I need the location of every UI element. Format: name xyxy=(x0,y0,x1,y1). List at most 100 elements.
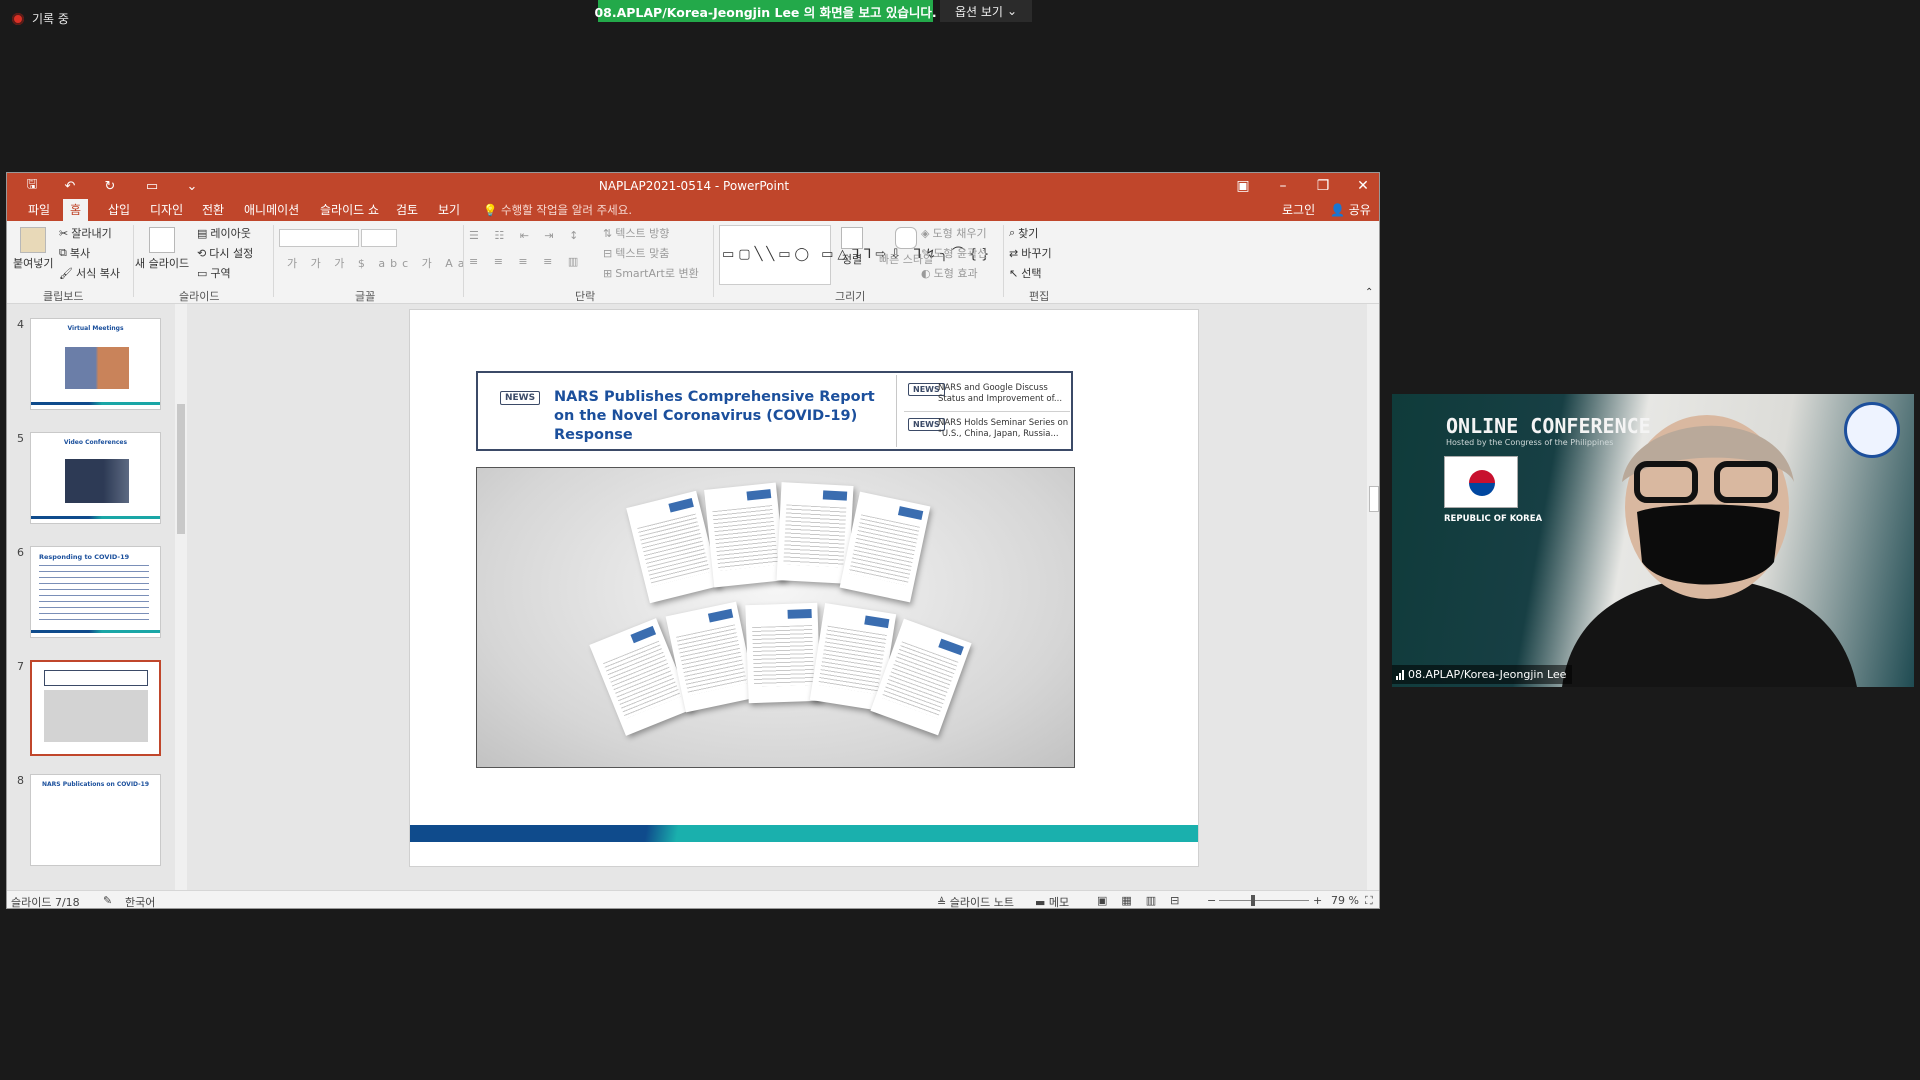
zoom-in-button[interactable]: + xyxy=(1313,894,1322,907)
spell-check-icon[interactable]: ✎ xyxy=(103,894,112,907)
align-buttons[interactable]: ≡ ≡ ≡ ≡ ▥ xyxy=(469,255,584,268)
news-tag: NEWS xyxy=(500,391,541,405)
cut-label: 잘라내기 xyxy=(71,227,112,240)
view-options-label: 옵션 보기 xyxy=(954,4,1003,19)
record-icon xyxy=(12,12,24,25)
scroll-thumb[interactable] xyxy=(1369,486,1379,512)
sign-in-link[interactable]: 로그인 xyxy=(1275,199,1322,221)
format-painter-button[interactable]: 🖌 서식 복사 xyxy=(59,265,120,281)
collapse-ribbon-icon[interactable]: ⌃ xyxy=(1365,287,1373,298)
shape-effects-button[interactable]: ◐ 도형 효과 xyxy=(921,265,978,281)
cursor-icon: ↖ xyxy=(1009,266,1019,280)
paste-button[interactable]: 붙여넣기 xyxy=(13,227,53,271)
new-slide-button[interactable]: 새 슬라이드 xyxy=(135,227,189,271)
slide-scrollbar[interactable] xyxy=(1367,304,1379,890)
tab-file[interactable]: 파일 xyxy=(21,199,57,221)
select-label: 선택 xyxy=(1021,267,1042,280)
slide-thumbnail-5[interactable]: Video Conferences xyxy=(30,432,161,524)
slide-thumbnail-6[interactable]: Responding to COVID-19 xyxy=(30,546,161,638)
side-news-item: NARS Holds Seminar Series on "U.S., Chin… xyxy=(938,418,1069,439)
align-text-button[interactable]: ⊟ 텍스트 맞춤 xyxy=(603,245,669,261)
shape-fill-button[interactable]: ◈ 도형 채우기 xyxy=(921,225,987,241)
zoom-out-button[interactable]: − xyxy=(1207,894,1216,907)
korea-flag xyxy=(1444,456,1518,508)
tab-design[interactable]: 디자인 xyxy=(143,199,190,221)
comments-button[interactable]: ▬ 메모 xyxy=(1035,894,1070,909)
scissors-icon: ✂ xyxy=(59,226,69,240)
thumb-title: NARS Publications on COVID-19 xyxy=(42,781,149,788)
participant-video[interactable]: ONLINE CONFERENCE Hosted by the Congress… xyxy=(1392,394,1914,687)
replace-label: 바꾸기 xyxy=(1021,247,1052,260)
restore-button[interactable]: ❐ xyxy=(1303,173,1343,199)
smartart-button[interactable]: ⊞ SmartArt로 변환 xyxy=(603,265,699,281)
tab-animations[interactable]: 애니메이션 xyxy=(237,199,306,221)
minimize-button[interactable]: – xyxy=(1263,173,1303,199)
arrange-label: 정렬 xyxy=(841,253,863,266)
thumb-title: Responding to COVID-19 xyxy=(39,553,130,561)
layout-label: 레이아웃 xyxy=(210,227,251,240)
reset-label: 다시 설정 xyxy=(209,247,254,260)
report-document xyxy=(704,482,786,588)
comments-label: 메모 xyxy=(1048,896,1070,909)
zoom-slider[interactable] xyxy=(1219,900,1309,901)
share-label: 공유 xyxy=(1348,203,1371,217)
replace-button[interactable]: ⇄ 바꾸기 xyxy=(1009,245,1052,261)
tab-slideshow[interactable]: 슬라이드 쇼 xyxy=(313,199,386,221)
tab-insert[interactable]: 삽입 xyxy=(101,199,137,221)
section-label: 구역 xyxy=(210,267,231,280)
thumb-banner xyxy=(44,670,148,686)
tab-review[interactable]: 검토 xyxy=(389,199,425,221)
tab-transitions[interactable]: 전환 xyxy=(195,199,231,221)
slide-thumbnail-7[interactable] xyxy=(30,660,161,756)
font-format-buttons[interactable]: 가 가 가 $ abc 가 Aa xyxy=(287,255,470,271)
reset-button[interactable]: ⟲ 다시 설정 xyxy=(197,245,253,261)
notes-button[interactable]: ≜ 슬라이드 노트 xyxy=(937,894,1014,908)
view-options-button[interactable]: 옵션 보기 ⌄ xyxy=(940,0,1032,22)
shape-outline-label: 도형 윤곽선 xyxy=(933,247,988,260)
list-buttons[interactable]: ☰ ☷ ⇤ ⇥ ↕ xyxy=(469,229,584,242)
close-button[interactable]: ✕ xyxy=(1343,173,1379,199)
cut-button[interactable]: ✂ 잘라내기 xyxy=(59,225,112,241)
find-button[interactable]: ⌕ 찾기 xyxy=(1009,225,1038,241)
smartart-icon: ⊞ xyxy=(603,266,613,280)
shapes-gallery[interactable]: ▭▢╲╲▭◯ ▭△ᒣᒣ⇨⇩ ᒣ↯╮⌒{} xyxy=(719,225,989,285)
slide-thumbnail-4[interactable]: Virtual Meetings xyxy=(30,318,161,410)
text-direction-button[interactable]: ⇅ 텍스트 방향 xyxy=(603,225,669,241)
thumb-number: 7 xyxy=(17,660,24,673)
report-document xyxy=(776,482,854,584)
current-slide[interactable]: NEWS NARS Publishes Comprehensive Report… xyxy=(410,310,1198,866)
slide-thumbnails-panel[interactable]: 4 Virtual Meetings 5 Video Conferences 6… xyxy=(7,304,184,890)
fit-to-window-icon[interactable]: ⛶ xyxy=(1365,894,1373,908)
tell-me-box[interactable]: 💡 수행할 작업을 알려 주세요. xyxy=(483,202,632,218)
thumb-stripe xyxy=(31,630,160,633)
editing-group-label: 편집 xyxy=(1029,290,1050,303)
shape-fill-label: 도형 채우기 xyxy=(932,227,987,240)
section-button[interactable]: ▭ 구역 xyxy=(197,265,231,281)
shape-outline-button[interactable]: ✎ 도형 윤곽선 xyxy=(921,245,987,261)
view-mode-buttons[interactable]: ▣▦▥⊟ xyxy=(1097,894,1193,907)
thumb-number: 8 xyxy=(17,774,24,787)
group-divider xyxy=(273,225,274,297)
share-button[interactable]: 👤 공유 xyxy=(1323,199,1378,221)
slide-thumbnail-8[interactable]: NARS Publications on COVID-19 xyxy=(30,774,161,866)
scroll-thumb[interactable] xyxy=(177,404,185,534)
select-button[interactable]: ↖ 선택 xyxy=(1009,265,1041,281)
layout-button[interactable]: ▤ 레이아웃 xyxy=(197,225,251,241)
tab-view[interactable]: 보기 xyxy=(431,199,467,221)
thumb-title: Virtual Meetings xyxy=(67,325,124,332)
ribbon-display-icon[interactable]: ▣ xyxy=(1223,173,1263,199)
font-name-input[interactable] xyxy=(279,229,359,247)
thumbnails-scrollbar[interactable] xyxy=(175,304,187,890)
zoom-level[interactable]: 79 % xyxy=(1331,894,1359,907)
zoom-slider-thumb[interactable] xyxy=(1251,895,1255,906)
copy-button[interactable]: ⧉ 복사 xyxy=(59,245,90,261)
font-size-input[interactable] xyxy=(361,229,397,247)
font-group-label: 글꼴 xyxy=(355,290,376,303)
tab-home[interactable]: 홈 xyxy=(63,199,89,221)
find-label: 찾기 xyxy=(1018,227,1039,240)
language-indicator[interactable]: 한국어 xyxy=(125,894,155,908)
paragraph-group-label: 단락 xyxy=(575,290,596,303)
arrange-button[interactable]: 정렬 xyxy=(841,227,863,267)
side-news-item: NARS and Google Discuss Status and Impro… xyxy=(938,383,1063,404)
thumb-image xyxy=(65,347,129,389)
